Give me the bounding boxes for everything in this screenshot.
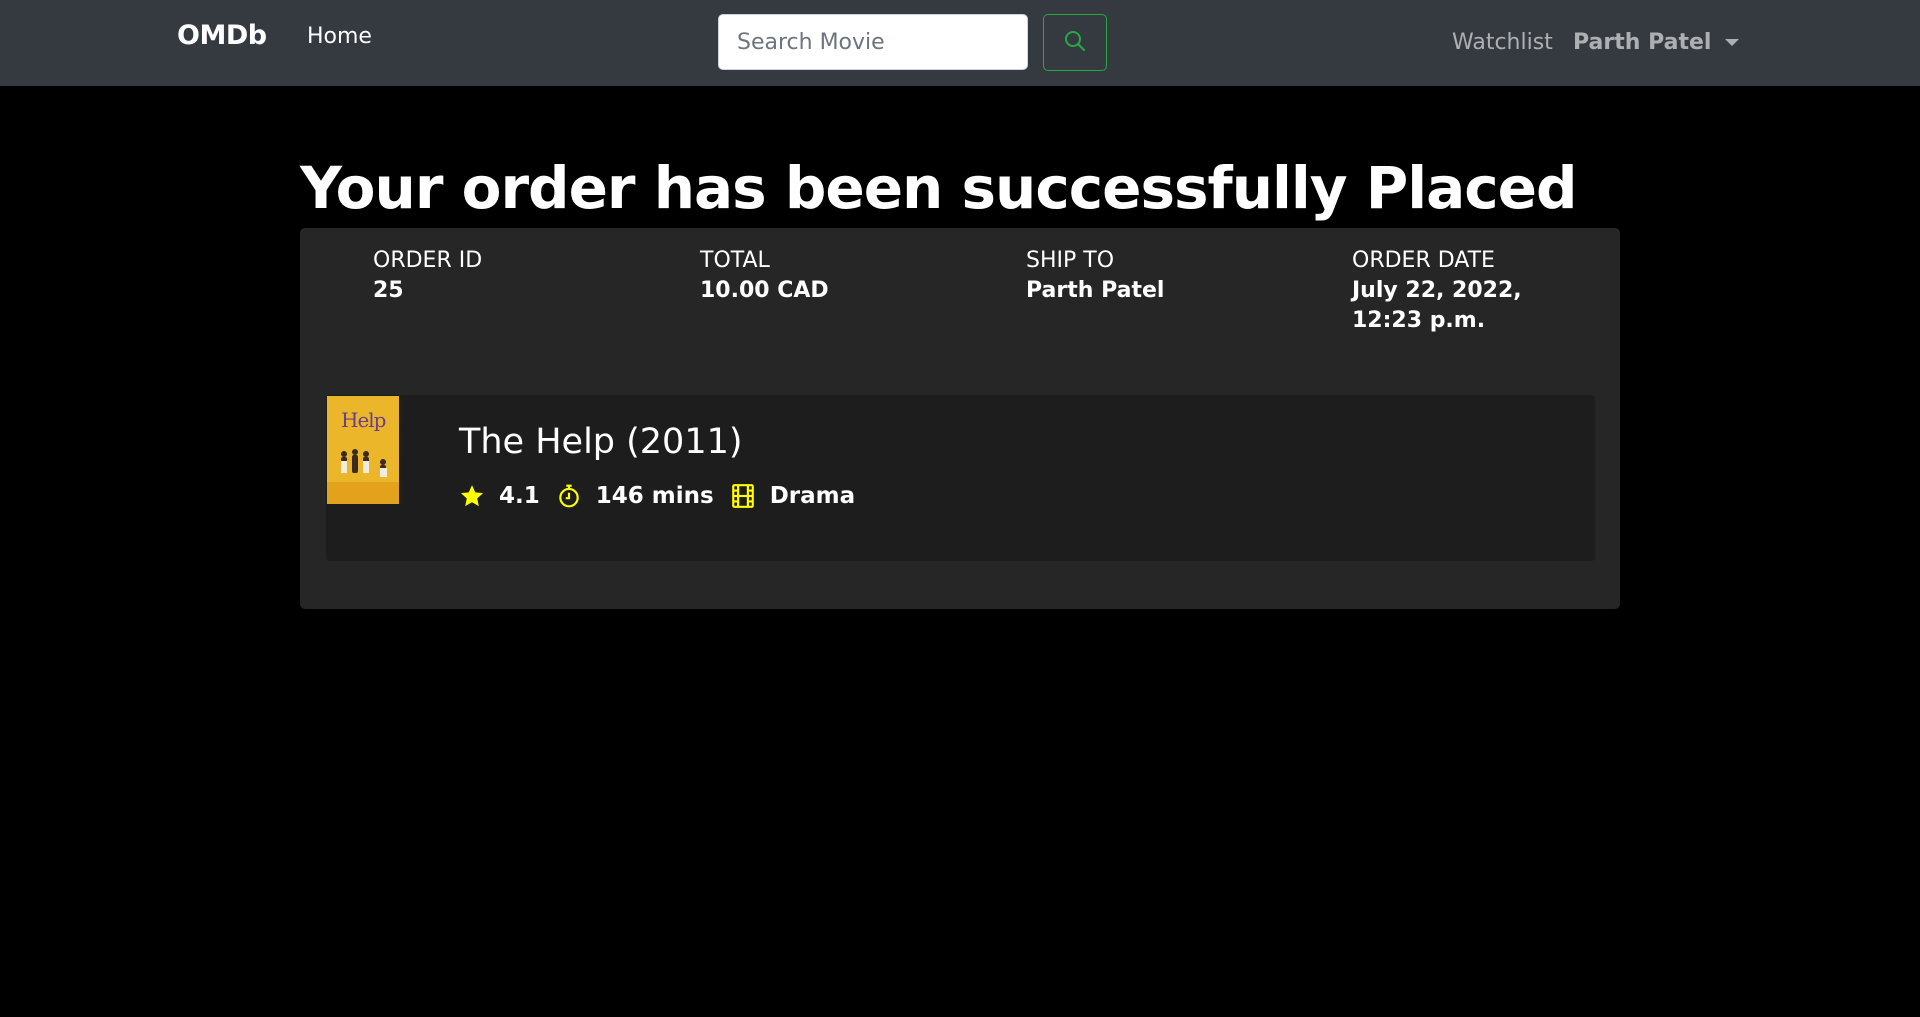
movie-runtime: 146 mins (595, 483, 714, 509)
ship-to-label: SHIP TO (1026, 248, 1115, 273)
search-input[interactable] (718, 14, 1028, 70)
order-total-label: TOTAL (700, 248, 770, 273)
order-id-label: ORDER ID (373, 248, 483, 273)
ship-to-value: Parth Patel (1026, 278, 1165, 303)
nav-home-link[interactable]: Home (307, 24, 372, 49)
movie-title[interactable]: The Help (2011) (459, 419, 743, 465)
stopwatch-icon (556, 483, 582, 509)
order-total-block: TOTAL 10.00 CAD (700, 246, 940, 306)
ship-to-block: SHIP TO Parth Patel (1026, 246, 1266, 306)
order-total-value: 10.00 CAD (700, 278, 829, 303)
user-name: Parth Patel (1573, 30, 1712, 55)
order-date-block: ORDER DATE July 22, 2022, 12:23 p.m. (1352, 246, 1582, 336)
order-id-value: 25 (373, 278, 404, 303)
nav-watchlist-link[interactable]: Watchlist (1452, 30, 1553, 55)
order-date-value: July 22, 2022, 12:23 p.m. (1352, 278, 1522, 333)
navbar: OMDb Home Watchlist Parth Patel (0, 0, 1920, 86)
order-card: ORDER ID 25 TOTAL 10.00 CAD SHIP TO Part… (300, 228, 1620, 609)
movie-genre: Drama (769, 483, 856, 509)
search-icon (1064, 30, 1086, 55)
chevron-down-icon (1725, 39, 1740, 46)
film-icon (730, 483, 756, 509)
movie-poster[interactable]: Help (327, 396, 399, 504)
movie-meta: 4.1 146 mins Drama (459, 481, 871, 511)
order-date-label: ORDER DATE (1352, 248, 1495, 273)
search-button[interactable] (1043, 14, 1107, 71)
movie-rating: 4.1 (499, 483, 540, 509)
brand-logo[interactable]: OMDb (177, 20, 267, 51)
order-item: Help The Help (2011) 4.1 146 mins Drama (326, 395, 1595, 561)
user-dropdown[interactable]: Parth Patel (1573, 30, 1740, 55)
star-icon (459, 483, 485, 509)
order-id-block: ORDER ID 25 (373, 246, 613, 306)
page-title: Your order has been successfully Placed (300, 154, 1578, 222)
